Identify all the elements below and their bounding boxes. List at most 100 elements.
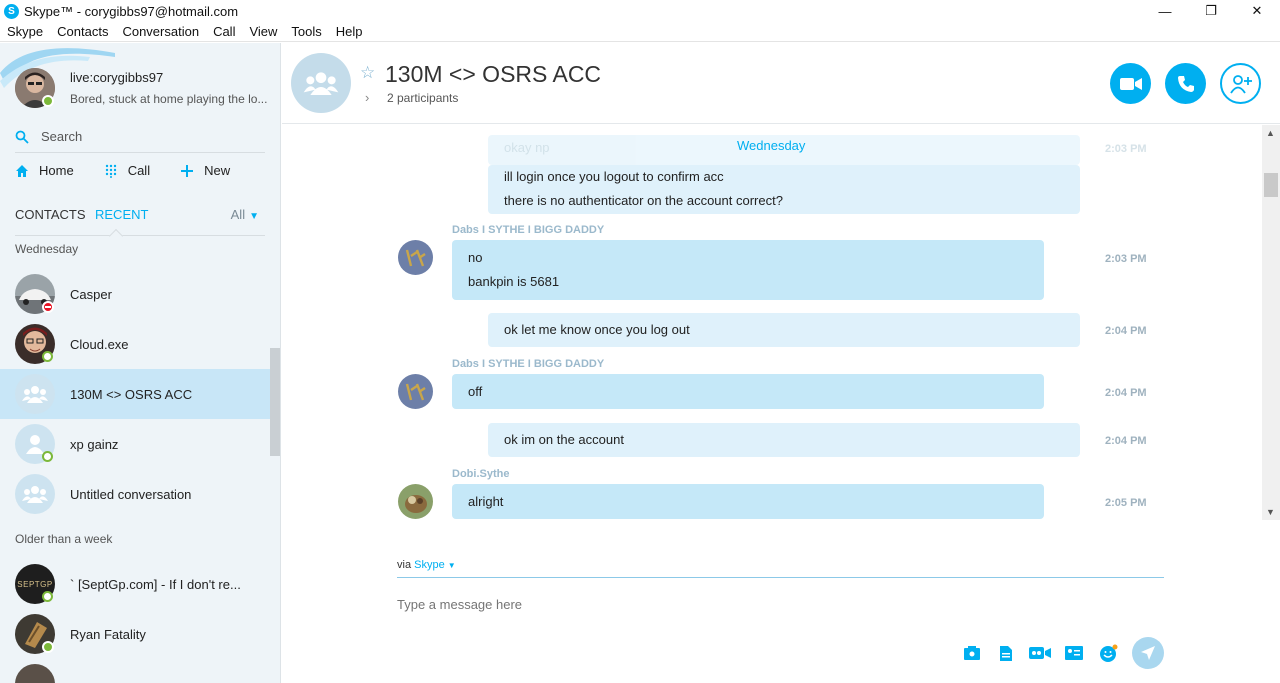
message-sender: Dabs I SYTHE I BIGG DADDY [452, 224, 605, 236]
message-scrollbar[interactable]: ▲ ▼ [1262, 125, 1280, 520]
close-button[interactable]: ✕ [1234, 0, 1280, 22]
menu-help[interactable]: Help [329, 24, 370, 39]
menu-view[interactable]: View [242, 24, 284, 39]
contact-item[interactable]: Cloud.exe [0, 319, 270, 369]
call-button[interactable]: Call [104, 163, 150, 178]
message-time: 2:04 PM [1105, 387, 1147, 399]
via-label: via [397, 559, 412, 571]
search-icon [15, 130, 29, 144]
send-file-button[interactable] [995, 643, 1017, 663]
message-time: 2:03 PM [1105, 253, 1147, 265]
tab-recent[interactable]: RECENT [95, 207, 148, 222]
menu-contacts[interactable]: Contacts [50, 24, 115, 39]
conversation-header: ☆ 130M <> OSRS ACC › 2 participants [282, 43, 1280, 124]
home-button[interactable]: Home [15, 163, 74, 178]
contact-name: Casper [70, 286, 112, 302]
chevron-right-icon[interactable]: › [365, 90, 369, 105]
contact-item[interactable]: Casper [0, 269, 270, 319]
message-text: okay np [504, 140, 550, 155]
contact-name: ` [SeptGp.com] - If I don't re... [70, 576, 241, 592]
group-icon [22, 486, 48, 503]
presence-online-icon [42, 641, 54, 653]
tab-contacts[interactable]: CONTACTS [15, 207, 86, 222]
send-contacts-button[interactable] [961, 643, 983, 663]
add-person-icon [1229, 74, 1252, 94]
new-label: New [204, 163, 231, 178]
message-text: alright [468, 494, 504, 509]
sidebar-scrollbar[interactable] [270, 348, 280, 456]
favorite-star-icon[interactable]: ☆ [360, 63, 375, 83]
dialpad-icon [104, 164, 118, 178]
presence-online-icon [42, 95, 54, 107]
date-separator: Wednesday [737, 138, 806, 153]
message-input[interactable] [397, 597, 1097, 612]
sender-avatar[interactable] [398, 484, 433, 519]
menu-skype[interactable]: Skype [0, 24, 50, 39]
contact-item[interactable]: Untitled conversation [0, 469, 270, 519]
profile-mood[interactable]: Bored, stuck at home playing the lo... [70, 92, 270, 106]
presence-dnd-icon [42, 301, 54, 313]
presence-online-icon [42, 451, 53, 462]
video-message-button[interactable] [1029, 643, 1051, 663]
message-sender: Dobi.Sythe [452, 468, 510, 480]
message-time: 2:04 PM [1105, 325, 1147, 337]
message-bubble-incoming[interactable]: off [452, 374, 1044, 409]
message-text: ok im on the account [504, 432, 624, 447]
avatar-text: SEPTGP [17, 579, 53, 589]
message-bubble-outgoing[interactable]: ill login once you logout to confirm acc… [488, 165, 1080, 214]
new-button[interactable]: New [180, 163, 230, 178]
message-bubble-incoming[interactable]: alright [452, 484, 1044, 519]
sender-avatar[interactable] [398, 240, 433, 275]
scroll-down-icon[interactable]: ▼ [1266, 507, 1275, 517]
via-service-link[interactable]: Skype [414, 559, 445, 571]
contact-item[interactable]: SEPTGP ` [SeptGp.com] - If I don't re... [0, 559, 270, 609]
profile-card[interactable]: live:corygibbs97 Bored, stuck at home pl… [15, 68, 275, 113]
filter-dropdown[interactable]: All ▼ [231, 207, 259, 222]
menu-tools[interactable]: Tools [284, 24, 328, 39]
message-bubble-outgoing[interactable]: ok im on the account [488, 423, 1080, 457]
message-list[interactable]: okay np 2:03 PM Wednesday ill login once… [282, 125, 1262, 520]
contact-item-selected[interactable]: 130M <> OSRS ACC [0, 369, 270, 419]
menu-call[interactable]: Call [206, 24, 242, 39]
message-text: there is no authenticator on the account… [504, 193, 783, 208]
search-label: Search [41, 129, 83, 144]
group-icon [303, 72, 339, 95]
message-time: 2:05 PM [1105, 497, 1147, 509]
restore-button[interactable]: ❐ [1188, 0, 1234, 22]
smiley-icon [1099, 644, 1117, 662]
via-selector[interactable]: via Skype ▼ [397, 559, 456, 571]
participants-count[interactable]: 2 participants [387, 91, 458, 105]
conversation-title[interactable]: 130M <> OSRS ACC [385, 61, 601, 88]
contact-name: Untitled conversation [70, 486, 192, 502]
contact-item[interactable]: xp gainz [0, 419, 270, 469]
send-button[interactable] [1132, 637, 1164, 669]
contact-name: xp gainz [70, 436, 119, 452]
video-call-button[interactable] [1110, 63, 1151, 104]
send-contact-card-button[interactable] [1063, 643, 1085, 663]
contact-name: 130M <> OSRS ACC [70, 386, 193, 402]
scroll-up-icon[interactable]: ▲ [1266, 128, 1275, 138]
message-text: bankpin is 5681 [468, 274, 560, 289]
scrollbar-thumb[interactable] [1264, 173, 1278, 197]
audio-call-button[interactable] [1165, 63, 1206, 104]
contact-name: Cloud.exe [70, 336, 129, 352]
send-arrow-icon [1141, 646, 1155, 660]
conversation-avatar[interactable] [291, 53, 351, 113]
contact-card-icon [1065, 646, 1083, 660]
contact-item[interactable] [0, 659, 270, 683]
search-box[interactable]: Search [15, 121, 265, 153]
add-participant-button[interactable] [1220, 63, 1261, 104]
message-bubble-outgoing[interactable]: ok let me know once you log out [488, 313, 1080, 347]
message-bubble-incoming[interactable]: no bankpin is 5681 [452, 240, 1044, 300]
contact-name: Ryan Fatality [70, 626, 146, 642]
minimize-button[interactable]: — [1142, 0, 1188, 22]
nav-row: Home Call New [15, 163, 260, 178]
sender-avatar[interactable] [398, 374, 433, 409]
chevron-down-icon: ▼ [447, 561, 456, 570]
contact-item[interactable]: Ryan Fatality [0, 609, 270, 659]
group-avatar [15, 474, 55, 514]
contact-avatar [15, 664, 55, 683]
menu-conversation[interactable]: Conversation [115, 24, 206, 39]
emoticon-button[interactable] [1097, 643, 1119, 663]
section-older: Older than a week [15, 532, 113, 546]
